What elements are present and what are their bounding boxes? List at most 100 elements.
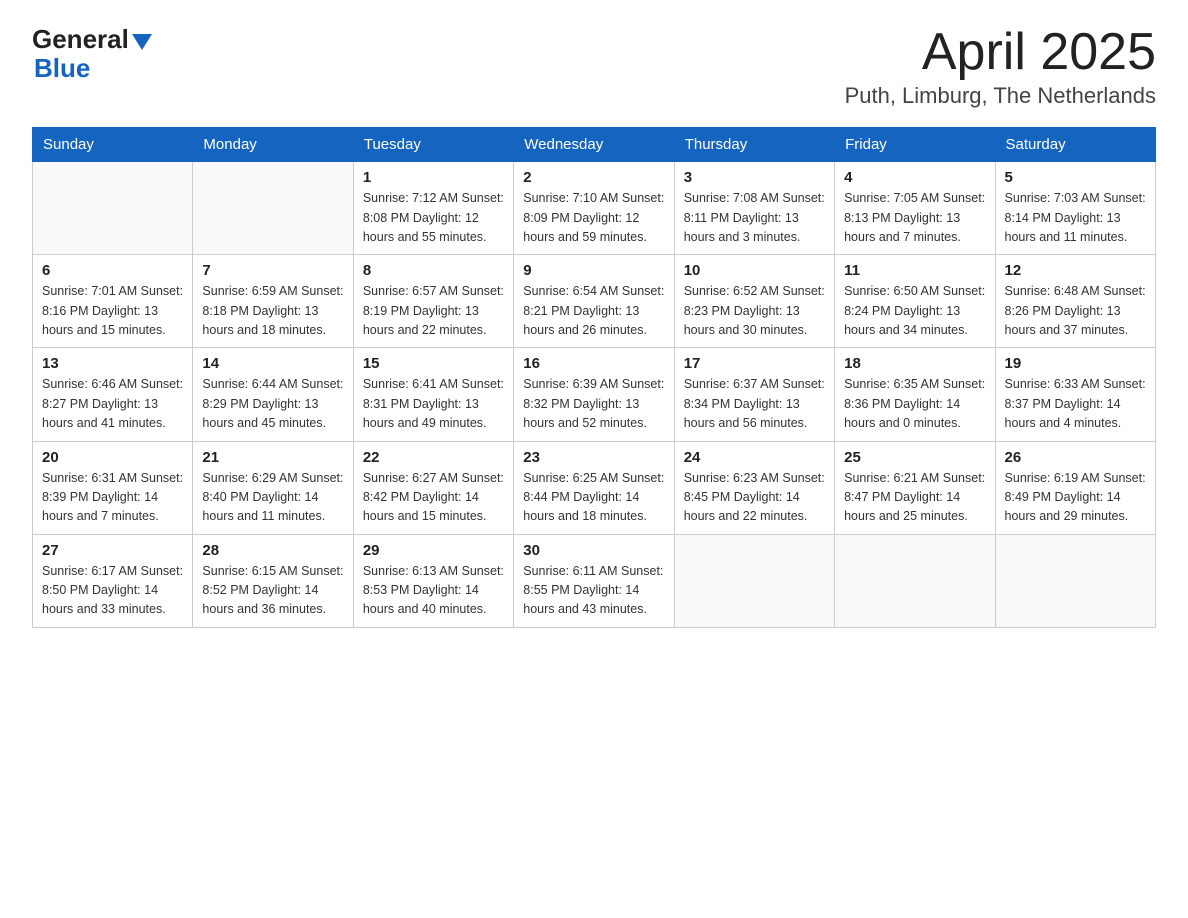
column-header-thursday: Thursday (674, 128, 834, 162)
calendar-cell: 28Sunrise: 6:15 AM Sunset: 8:52 PM Dayli… (193, 534, 353, 627)
day-number: 18 (844, 355, 985, 372)
day-info: Sunrise: 6:29 AM Sunset: 8:40 PM Dayligh… (202, 469, 343, 527)
day-number: 1 (363, 169, 504, 186)
calendar-cell: 5 Sunrise: 7:03 AM Sunset: 8:14 PM Daylig… (995, 162, 1155, 255)
day-info: Sunrise: 6:48 AM Sunset: 8:26 PM Dayligh… (1005, 282, 1146, 340)
day-number: 4 (844, 169, 985, 186)
calendar-cell: 9 Sunrise: 6:54 AM Sunset: 8:21 PM Daylig… (514, 255, 674, 348)
day-number: 13 (42, 355, 183, 372)
day-info: Sunrise: 6:41 AM Sunset: 8:31 PM Dayligh… (363, 375, 504, 433)
day-number: 20 (42, 449, 183, 466)
calendar-cell: 14 Sunrise: 6:44 AM Sunset: 8:29 PM Dayli… (193, 348, 353, 441)
day-info: Sunrise: 7:12 AM Sunset: 8:08 PM Dayligh… (363, 189, 504, 247)
calendar-header-row: SundayMondayTuesdayWednesdayThursdayFrid… (33, 128, 1156, 162)
day-number: 17 (684, 355, 825, 372)
column-header-friday: Friday (835, 128, 995, 162)
day-info: Sunrise: 7:03 AM Sunset: 8:14 PM Dayligh… (1005, 189, 1146, 247)
calendar-week-row: 6 Sunrise: 7:01 AM Sunset: 8:16 PM Daylig… (33, 255, 1156, 348)
calendar-cell: 13 Sunrise: 6:46 AM Sunset: 8:27 PM Dayli… (33, 348, 193, 441)
day-info: Sunrise: 6:11 AM Sunset: 8:55 PM Dayligh… (523, 562, 664, 620)
calendar-cell: 18 Sunrise: 6:35 AM Sunset: 8:36 PM Dayli… (835, 348, 995, 441)
calendar-cell: 17 Sunrise: 6:37 AM Sunset: 8:34 PM Dayli… (674, 348, 834, 441)
calendar-table: SundayMondayTuesdayWednesdayThursdayFrid… (32, 127, 1156, 628)
calendar-cell: 29 Sunrise: 6:13 AM Sunset: 8:53 PM Dayli… (353, 534, 513, 627)
day-info: Sunrise: 6:17 AM Sunset: 8:50 PM Dayligh… (42, 562, 183, 620)
calendar-cell: 10 Sunrise: 6:52 AM Sunset: 8:23 PM Dayli… (674, 255, 834, 348)
calendar-header: SundayMondayTuesdayWednesdayThursdayFrid… (33, 128, 1156, 162)
calendar-cell (193, 162, 353, 255)
calendar-cell: 24 Sunrise: 6:23 AM Sunset: 8:45 PM Dayli… (674, 441, 834, 534)
day-info: Sunrise: 6:39 AM Sunset: 8:32 PM Dayligh… (523, 375, 664, 433)
day-number: 27 (42, 542, 183, 559)
calendar-week-row: 27 Sunrise: 6:17 AM Sunset: 8:50 PM Dayli… (33, 534, 1156, 627)
calendar-cell: 20 Sunrise: 6:31 AM Sunset: 8:39 PM Dayli… (33, 441, 193, 534)
day-info: Sunrise: 6:50 AM Sunset: 8:24 PM Dayligh… (844, 282, 985, 340)
column-header-tuesday: Tuesday (353, 128, 513, 162)
day-number: 15 (363, 355, 504, 372)
calendar-cell (674, 534, 834, 627)
calendar-cell: 15 Sunrise: 6:41 AM Sunset: 8:31 PM Dayli… (353, 348, 513, 441)
column-header-monday: Monday (193, 128, 353, 162)
day-info: Sunrise: 6:27 AM Sunset: 8:42 PM Dayligh… (363, 469, 504, 527)
day-info: Sunrise: 6:44 AM Sunset: 8:29 PM Dayligh… (202, 375, 343, 433)
calendar-cell: 12Sunrise: 6:48 AM Sunset: 8:26 PM Dayli… (995, 255, 1155, 348)
day-number: 21 (202, 449, 343, 466)
calendar-cell: 1 Sunrise: 7:12 AM Sunset: 8:08 PM Daylig… (353, 162, 513, 255)
calendar-cell: 2Sunrise: 7:10 AM Sunset: 8:09 PM Daylig… (514, 162, 674, 255)
calendar-cell: 23Sunrise: 6:25 AM Sunset: 8:44 PM Dayli… (514, 441, 674, 534)
calendar-cell: 11 Sunrise: 6:50 AM Sunset: 8:24 PM Dayli… (835, 255, 995, 348)
calendar-week-row: 20 Sunrise: 6:31 AM Sunset: 8:39 PM Dayli… (33, 441, 1156, 534)
day-number: 30 (523, 542, 664, 559)
day-number: 5 (1005, 169, 1146, 186)
calendar-week-row: 1 Sunrise: 7:12 AM Sunset: 8:08 PM Daylig… (33, 162, 1156, 255)
day-number: 10 (684, 262, 825, 279)
day-number: 23 (523, 449, 664, 466)
calendar-cell: 27 Sunrise: 6:17 AM Sunset: 8:50 PM Dayli… (33, 534, 193, 627)
day-info: Sunrise: 6:21 AM Sunset: 8:47 PM Dayligh… (844, 469, 985, 527)
day-number: 8 (363, 262, 504, 279)
day-info: Sunrise: 6:37 AM Sunset: 8:34 PM Dayligh… (684, 375, 825, 433)
calendar-body: 1 Sunrise: 7:12 AM Sunset: 8:08 PM Daylig… (33, 162, 1156, 628)
day-info: Sunrise: 6:46 AM Sunset: 8:27 PM Dayligh… (42, 375, 183, 433)
day-number: 14 (202, 355, 343, 372)
day-number: 24 (684, 449, 825, 466)
calendar-cell: 3 Sunrise: 7:08 AM Sunset: 8:11 PM Daylig… (674, 162, 834, 255)
logo-triangle-icon (132, 34, 152, 50)
calendar-cell: 6 Sunrise: 7:01 AM Sunset: 8:16 PM Daylig… (33, 255, 193, 348)
day-info: Sunrise: 6:35 AM Sunset: 8:36 PM Dayligh… (844, 375, 985, 433)
day-info: Sunrise: 6:31 AM Sunset: 8:39 PM Dayligh… (42, 469, 183, 527)
day-number: 29 (363, 542, 504, 559)
logo-general-text: General (32, 24, 129, 55)
day-number: 6 (42, 262, 183, 279)
day-info: Sunrise: 6:57 AM Sunset: 8:19 PM Dayligh… (363, 282, 504, 340)
day-info: Sunrise: 7:01 AM Sunset: 8:16 PM Dayligh… (42, 282, 183, 340)
day-info: Sunrise: 6:23 AM Sunset: 8:45 PM Dayligh… (684, 469, 825, 527)
day-info: Sunrise: 6:52 AM Sunset: 8:23 PM Dayligh… (684, 282, 825, 340)
day-info: Sunrise: 7:05 AM Sunset: 8:13 PM Dayligh… (844, 189, 985, 247)
day-number: 3 (684, 169, 825, 186)
day-info: Sunrise: 7:08 AM Sunset: 8:11 PM Dayligh… (684, 189, 825, 247)
day-number: 9 (523, 262, 664, 279)
calendar-cell: 25Sunrise: 6:21 AM Sunset: 8:47 PM Dayli… (835, 441, 995, 534)
day-number: 7 (202, 262, 343, 279)
calendar-cell (33, 162, 193, 255)
calendar-cell: 4 Sunrise: 7:05 AM Sunset: 8:13 PM Daylig… (835, 162, 995, 255)
calendar-cell (995, 534, 1155, 627)
day-info: Sunrise: 6:59 AM Sunset: 8:18 PM Dayligh… (202, 282, 343, 340)
day-info: Sunrise: 6:13 AM Sunset: 8:53 PM Dayligh… (363, 562, 504, 620)
calendar-subtitle: Puth, Limburg, The Netherlands (845, 83, 1156, 109)
day-info: Sunrise: 6:33 AM Sunset: 8:37 PM Dayligh… (1005, 375, 1146, 433)
day-number: 11 (844, 262, 985, 279)
title-block: April 2025 Puth, Limburg, The Netherland… (845, 24, 1156, 109)
day-number: 19 (1005, 355, 1146, 372)
calendar-cell: 30 Sunrise: 6:11 AM Sunset: 8:55 PM Dayli… (514, 534, 674, 627)
day-info: Sunrise: 6:54 AM Sunset: 8:21 PM Dayligh… (523, 282, 664, 340)
day-number: 16 (523, 355, 664, 372)
calendar-cell: 26Sunrise: 6:19 AM Sunset: 8:49 PM Dayli… (995, 441, 1155, 534)
calendar-cell: 19 Sunrise: 6:33 AM Sunset: 8:37 PM Dayli… (995, 348, 1155, 441)
calendar-cell: 8 Sunrise: 6:57 AM Sunset: 8:19 PM Daylig… (353, 255, 513, 348)
day-number: 22 (363, 449, 504, 466)
calendar-cell: 22 Sunrise: 6:27 AM Sunset: 8:42 PM Dayli… (353, 441, 513, 534)
logo-blue-text: Blue (34, 53, 90, 84)
column-header-sunday: Sunday (33, 128, 193, 162)
